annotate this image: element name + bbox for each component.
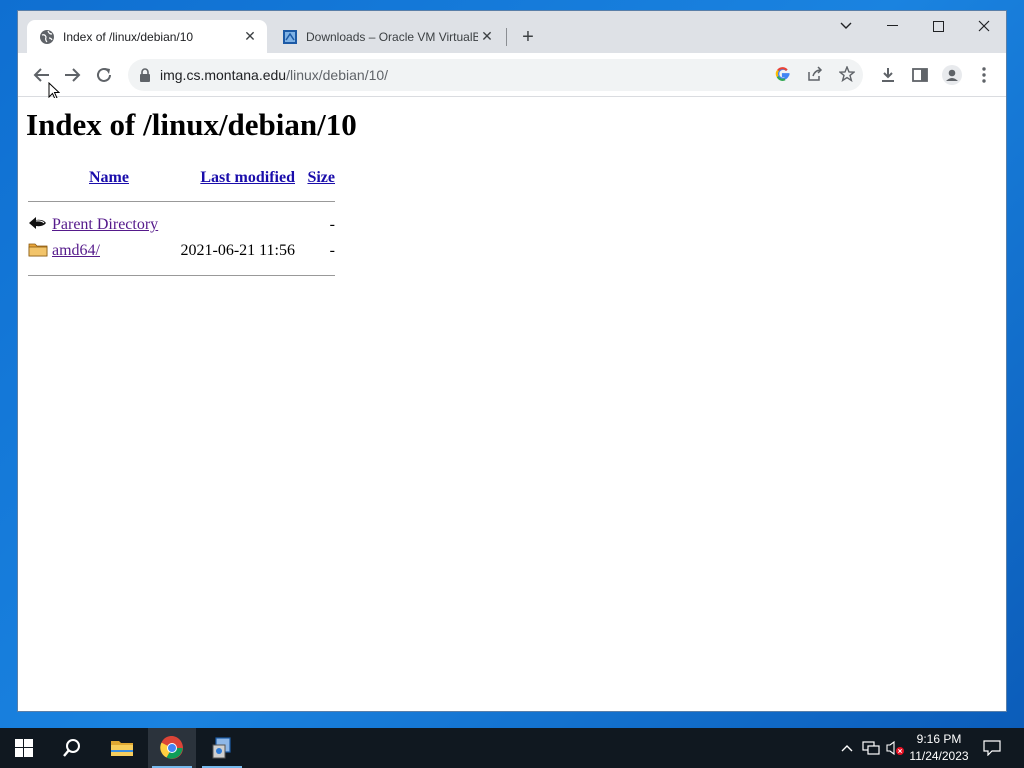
folder-icon-cell bbox=[28, 238, 52, 264]
lock-icon[interactable] bbox=[138, 67, 152, 83]
maximize-button[interactable] bbox=[915, 11, 961, 41]
back-icon bbox=[28, 213, 48, 233]
share-icon[interactable] bbox=[807, 66, 823, 87]
directory-listing: Name Last modified Size Parent Directory… bbox=[28, 166, 335, 286]
google-icon[interactable] bbox=[775, 66, 791, 87]
start-icon[interactable] bbox=[0, 728, 48, 768]
system-clock[interactable]: 9:16 PM 11/24/2023 bbox=[904, 731, 974, 765]
downloads-icon[interactable] bbox=[874, 61, 902, 89]
notifications-icon[interactable] bbox=[980, 728, 1004, 768]
url-path: /linux/debian/10/ bbox=[286, 67, 389, 83]
tab-virtualbox-downloads[interactable]: Downloads – Oracle VM VirtualBox ✕ bbox=[270, 20, 504, 53]
url-text[interactable]: img.cs.montana.edu/linux/debian/10/ bbox=[160, 67, 388, 83]
address-bar[interactable]: img.cs.montana.edu/linux/debian/10/ bbox=[128, 59, 863, 91]
modified-column-header: Last modified bbox=[166, 166, 303, 190]
separator-row bbox=[28, 264, 335, 286]
icon-column-header bbox=[28, 166, 52, 190]
installer-icon[interactable] bbox=[198, 728, 246, 768]
taskbar: 9:16 PM 11/24/2023 bbox=[0, 728, 1024, 768]
show-hidden-icons-icon[interactable] bbox=[838, 728, 856, 768]
name-cell: Parent Directory bbox=[52, 212, 303, 238]
table-row: amd64/ 2021-06-21 11:56 - bbox=[28, 238, 335, 264]
amd64-folder-link[interactable]: amd64/ bbox=[52, 242, 100, 259]
page-heading: Index of /linux/debian/10 bbox=[26, 107, 357, 142]
network-icon[interactable] bbox=[860, 728, 882, 768]
virtualbox-icon bbox=[282, 29, 298, 45]
close-tab-icon[interactable]: ✕ bbox=[478, 28, 496, 46]
browser-toolbar: img.cs.montana.edu/linux/debian/10/ bbox=[18, 53, 1006, 100]
close-window-button[interactable] bbox=[961, 11, 1006, 41]
last-modified-cell: 2021-06-21 11:56 bbox=[180, 242, 295, 259]
url-host: img.cs.montana.edu bbox=[160, 67, 287, 83]
side-panel-icon[interactable] bbox=[906, 61, 934, 89]
forward-button[interactable] bbox=[58, 61, 86, 89]
tab-title: Downloads – Oracle VM VirtualBox bbox=[306, 29, 478, 44]
volume-muted-icon[interactable] bbox=[884, 728, 906, 768]
size-sort-link[interactable]: Size bbox=[307, 169, 335, 186]
minimize-button[interactable] bbox=[869, 11, 915, 41]
clock-date: 11/24/2023 bbox=[909, 749, 969, 763]
chrome-icon[interactable] bbox=[148, 728, 196, 768]
table-row: Parent Directory - bbox=[28, 212, 335, 238]
menu-icon[interactable] bbox=[970, 61, 998, 89]
parent-icon-cell bbox=[28, 212, 52, 238]
page-content: Index of /linux/debian/10 Name Last modi… bbox=[18, 98, 1006, 711]
file-explorer-icon[interactable] bbox=[98, 728, 146, 768]
tab-index-debian[interactable]: Index of /linux/debian/10 ✕ bbox=[27, 20, 267, 53]
profile-avatar-icon[interactable] bbox=[938, 61, 966, 89]
browser-window: Index of /linux/debian/10 ✕ Downloads – … bbox=[17, 10, 1007, 712]
folder-icon bbox=[28, 239, 48, 259]
size-column-header: Size bbox=[303, 166, 335, 190]
tab-strip: Index of /linux/debian/10 ✕ Downloads – … bbox=[18, 11, 1006, 53]
header-row: Name Last modified Size bbox=[28, 166, 335, 190]
tab-separator bbox=[506, 28, 507, 46]
size-cell: - bbox=[329, 216, 335, 233]
separator-row bbox=[28, 190, 335, 212]
clock-time: 9:16 PM bbox=[916, 732, 962, 746]
close-tab-icon[interactable]: ✕ bbox=[241, 28, 259, 46]
parent-directory-link[interactable]: Parent Directory bbox=[52, 216, 158, 233]
name-column-header: Name bbox=[52, 166, 166, 190]
globe-icon bbox=[39, 29, 55, 45]
name-sort-link[interactable]: Name bbox=[89, 169, 129, 186]
tab-search-icon[interactable] bbox=[823, 11, 869, 41]
name-cell: amd64/ bbox=[52, 238, 166, 264]
tab-title: Index of /linux/debian/10 bbox=[63, 29, 194, 44]
search-icon[interactable] bbox=[48, 728, 96, 768]
divider bbox=[28, 200, 335, 202]
bookmark-star-icon[interactable] bbox=[838, 65, 856, 87]
divider bbox=[28, 274, 335, 276]
size-cell: - bbox=[329, 242, 335, 259]
reload-button[interactable] bbox=[90, 61, 118, 89]
new-tab-button[interactable]: + bbox=[516, 25, 540, 49]
last-modified-sort-link[interactable]: Last modified bbox=[200, 169, 295, 186]
